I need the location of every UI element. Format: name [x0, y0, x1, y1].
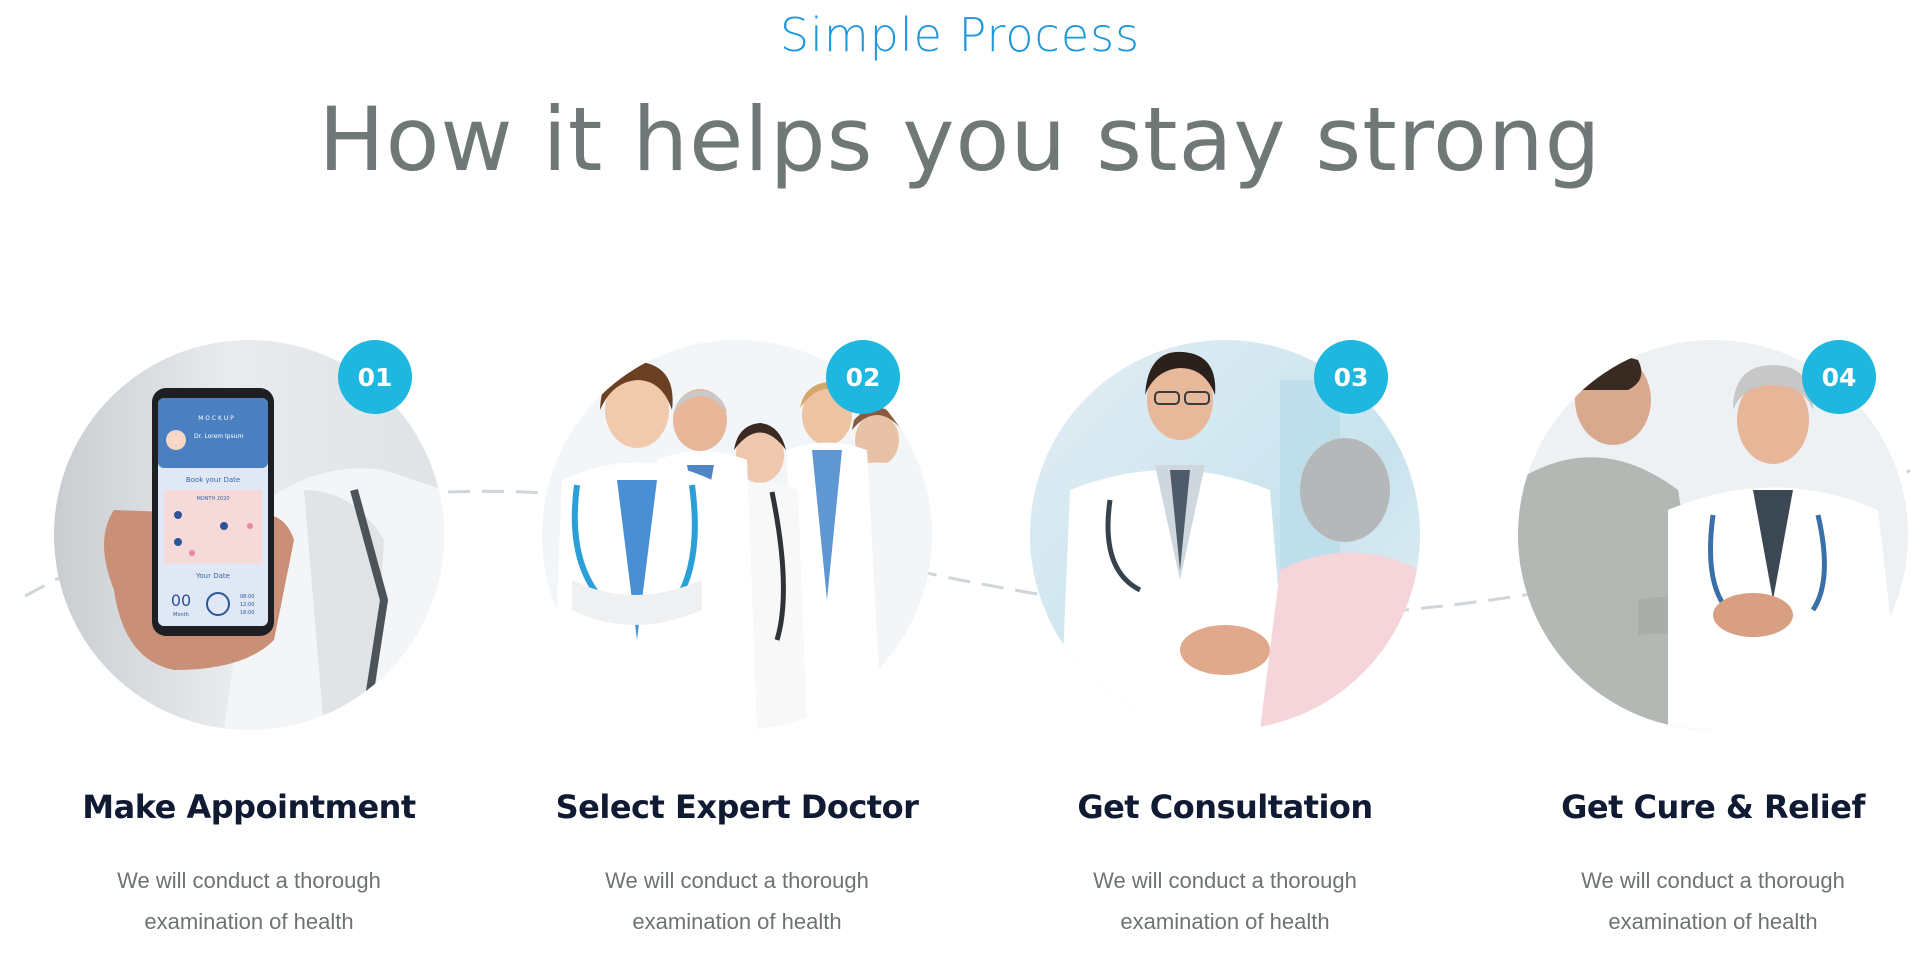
step-description: We will conduct a thorough examination o… — [1010, 860, 1440, 942]
step-title: Make Appointment — [82, 788, 416, 826]
step-card-3: 03 Get Consultation We will conduct a th… — [1030, 340, 1420, 960]
step-description: We will conduct a thorough examination o… — [522, 860, 952, 942]
phone-time-1: 08:00 — [240, 594, 254, 600]
step-number-badge: 04 — [1802, 340, 1876, 414]
step-description: We will conduct a thorough examination o… — [1498, 860, 1920, 942]
step-description-line: examination of health — [632, 909, 842, 934]
step-number-badge: 02 — [826, 340, 900, 414]
step-card-2: 02 Select Expert Doctor We will conduct … — [542, 340, 932, 960]
phone-month-label: MONTH 2020 — [196, 496, 229, 502]
phone-doctor-text: Dr. Lorem Ipsum — [194, 433, 244, 440]
phone-book-label: Book your Date — [186, 476, 240, 484]
step-number-badge: 03 — [1314, 340, 1388, 414]
step-title: Get Consultation — [1077, 788, 1373, 826]
step-title: Select Expert Doctor — [555, 788, 919, 826]
step-description: We will conduct a thorough examination o… — [34, 860, 464, 942]
step-description-line: We will conduct a thorough — [1093, 868, 1357, 893]
step-description-line: examination of health — [1120, 909, 1330, 934]
phone-date-label: Your Date — [195, 572, 230, 580]
step-description-line: We will conduct a thorough — [117, 868, 381, 893]
phone-time-2: 12:00 — [240, 602, 254, 608]
phone-count-unit: Month — [173, 612, 189, 618]
step-card-4: 04 Get Cure & Relief We will conduct a t… — [1518, 340, 1908, 960]
step-description-line: examination of health — [1608, 909, 1818, 934]
step-number-badge: 01 — [338, 340, 412, 414]
phone-count: 00 — [171, 591, 191, 610]
step-description-line: We will conduct a thorough — [1581, 868, 1845, 893]
step-description-line: examination of health — [144, 909, 354, 934]
step-title: Get Cure & Relief — [1561, 788, 1865, 826]
step-card-1: M O C K U P Dr. Lorem Ipsum Book your Da… — [54, 340, 444, 960]
step-description-line: We will conduct a thorough — [605, 868, 869, 893]
phone-time-3: 16:00 — [240, 610, 254, 616]
phone-brand-text: M O C K U P — [198, 415, 234, 422]
